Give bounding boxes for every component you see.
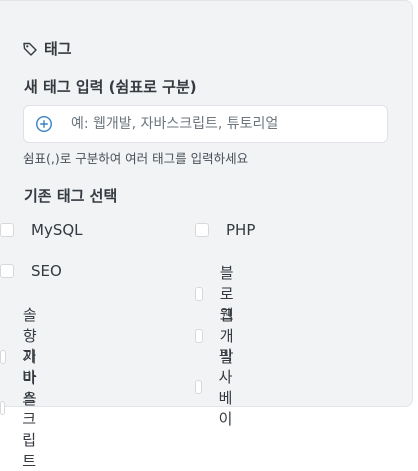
tag-checkbox[interactable] xyxy=(0,401,6,415)
tag-checkbox[interactable] xyxy=(195,223,209,237)
tag-option-label: PHP xyxy=(226,221,256,239)
new-tag-input[interactable] xyxy=(69,115,373,133)
tag-option-php[interactable]: PHP xyxy=(195,221,255,239)
tag-checkbox[interactable] xyxy=(0,223,14,237)
panel-title: 태그 xyxy=(22,38,72,59)
tag-option-seo[interactable]: SEO xyxy=(0,262,62,280)
new-tag-label: 새 태그 입력 (쉼표로 구분) xyxy=(24,78,197,96)
tag-checkbox[interactable] xyxy=(0,264,14,278)
panel-title-text: 태그 xyxy=(44,40,72,58)
tag-option-javascript[interactable]: 자바스크립트 xyxy=(0,345,45,471)
new-tag-help-text: 쉼표(,)로 구분하여 여러 태그를 입력하세요 xyxy=(23,151,249,166)
tag-option-label: 자바스크립트 xyxy=(22,347,37,470)
new-tag-input-box[interactable] xyxy=(23,105,388,143)
tag-option-label: SEO xyxy=(31,262,62,280)
tag-checkbox[interactable] xyxy=(195,328,203,343)
tag-option-label: MySQL xyxy=(31,221,83,239)
tag-checkbox[interactable] xyxy=(195,380,202,394)
tag-checkbox[interactable] xyxy=(195,286,203,301)
tag-option-label: 픽사베이 xyxy=(218,347,233,428)
tags-panel: 태그 새 태그 입력 (쉼표로 구분) 쉼표(,)로 구분하여 여러 태그를 입… xyxy=(0,0,413,470)
tag-option-pixabay[interactable]: 픽사베이 xyxy=(195,345,240,429)
tag-option-mysql[interactable]: MySQL xyxy=(0,221,83,239)
existing-tags-label: 기존 태그 선택 xyxy=(24,187,118,205)
tag-icon xyxy=(22,41,38,57)
plus-circle-icon[interactable] xyxy=(35,115,53,133)
